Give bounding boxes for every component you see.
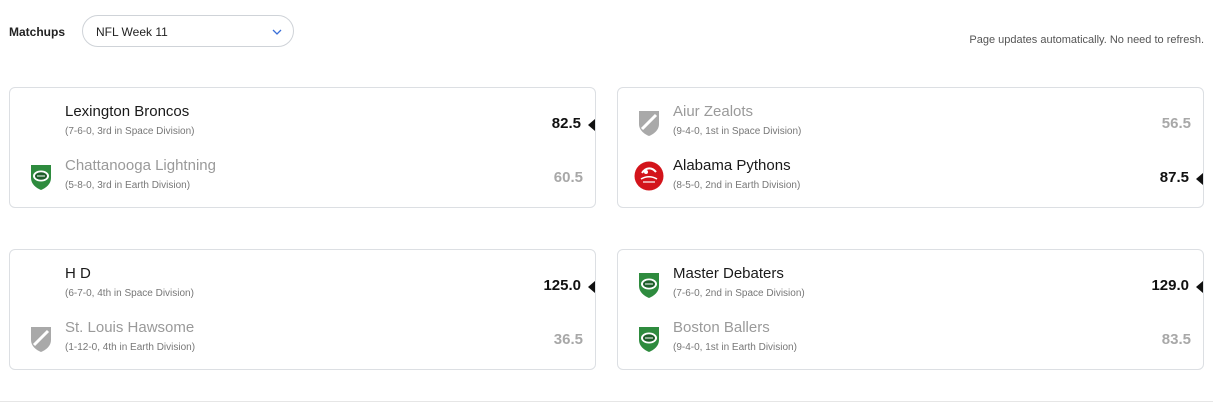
team-record: (7-6-0, 2nd in Space Division) bbox=[673, 288, 805, 299]
team-score: 56.5 bbox=[1161, 115, 1191, 132]
matchup-card[interactable]: Lexington Broncos (7-6-0, 3rd in Space D… bbox=[9, 87, 596, 208]
week-select-value: NFL Week 11 bbox=[96, 25, 168, 39]
green-football-shield-icon bbox=[634, 269, 664, 299]
winner-arrow-icon bbox=[1196, 281, 1203, 293]
matchup-team: Aiur Zealots (9-4-0, 1st in Space Divisi… bbox=[618, 99, 1203, 153]
auto-update-note: Page updates automatically. No need to r… bbox=[969, 34, 1204, 46]
team-score: 87.5 bbox=[1159, 169, 1189, 186]
chevron-down-icon bbox=[271, 25, 283, 37]
matchup-team: Boston Ballers (9-4-0, 1st in Earth Divi… bbox=[618, 315, 1203, 369]
team-name[interactable]: H D bbox=[65, 265, 91, 282]
green-football-shield-icon bbox=[26, 161, 56, 191]
matchup-team: H D (6-7-0, 4th in Space Division) 125.0 bbox=[10, 261, 595, 315]
winner-arrow-icon bbox=[1196, 173, 1203, 185]
team-name[interactable]: St. Louis Hawsome bbox=[65, 319, 194, 336]
team-record: (8-5-0, 2nd in Earth Division) bbox=[673, 180, 801, 191]
team-name[interactable]: Boston Ballers bbox=[673, 319, 770, 336]
week-select[interactable]: NFL Week 11 bbox=[82, 15, 294, 47]
team-score: 83.5 bbox=[1161, 331, 1191, 348]
gray-shield-icon bbox=[634, 107, 664, 137]
team-score: 125.0 bbox=[543, 277, 581, 294]
matchup-team: Lexington Broncos (7-6-0, 3rd in Space D… bbox=[10, 99, 595, 153]
team-score: 82.5 bbox=[551, 115, 581, 132]
top-bar: Matchups NFL Week 11 Page updates automa… bbox=[0, 0, 1213, 64]
team-name[interactable]: Alabama Pythons bbox=[673, 157, 791, 174]
green-football-shield-icon bbox=[634, 323, 664, 353]
team-name[interactable]: Lexington Broncos bbox=[65, 103, 189, 120]
team-record: (7-6-0, 3rd in Space Division) bbox=[65, 126, 195, 137]
matchup-team: St. Louis Hawsome (1-12-0, 4th in Earth … bbox=[10, 315, 595, 369]
winner-arrow-icon bbox=[588, 281, 595, 293]
team-score: 129.0 bbox=[1151, 277, 1189, 294]
divider bbox=[0, 401, 1213, 402]
team-score: 60.5 bbox=[553, 169, 583, 186]
team-record: (5-8-0, 3rd in Earth Division) bbox=[65, 180, 191, 191]
gray-shield-icon bbox=[26, 323, 56, 353]
matchup-team: Chattanooga Lightning (5-8-0, 3rd in Ear… bbox=[10, 153, 595, 207]
team-record: (9-4-0, 1st in Space Division) bbox=[673, 126, 802, 137]
winner-arrow-icon bbox=[588, 119, 595, 131]
team-name[interactable]: Master Debaters bbox=[673, 265, 784, 282]
matchup-card[interactable]: Aiur Zealots (9-4-0, 1st in Space Divisi… bbox=[617, 87, 1204, 208]
matchup-card[interactable]: H D (6-7-0, 4th in Space Division) 125.0… bbox=[9, 249, 596, 370]
matchups-label: Matchups bbox=[9, 25, 66, 39]
matchup-team: Alabama Pythons (8-5-0, 2nd in Earth Div… bbox=[618, 153, 1203, 207]
team-record: (1-12-0, 4th in Earth Division) bbox=[65, 342, 196, 353]
team-name[interactable]: Aiur Zealots bbox=[673, 103, 753, 120]
team-record: (9-4-0, 1st in Earth Division) bbox=[673, 342, 797, 353]
team-score: 36.5 bbox=[553, 331, 583, 348]
team-record: (6-7-0, 4th in Space Division) bbox=[65, 288, 194, 299]
matchup-card[interactable]: Master Debaters (7-6-0, 2nd in Space Div… bbox=[617, 249, 1204, 370]
team-name[interactable]: Chattanooga Lightning bbox=[65, 157, 216, 174]
pythons-logo-icon bbox=[634, 161, 664, 191]
matchup-team: Master Debaters (7-6-0, 2nd in Space Div… bbox=[618, 261, 1203, 315]
